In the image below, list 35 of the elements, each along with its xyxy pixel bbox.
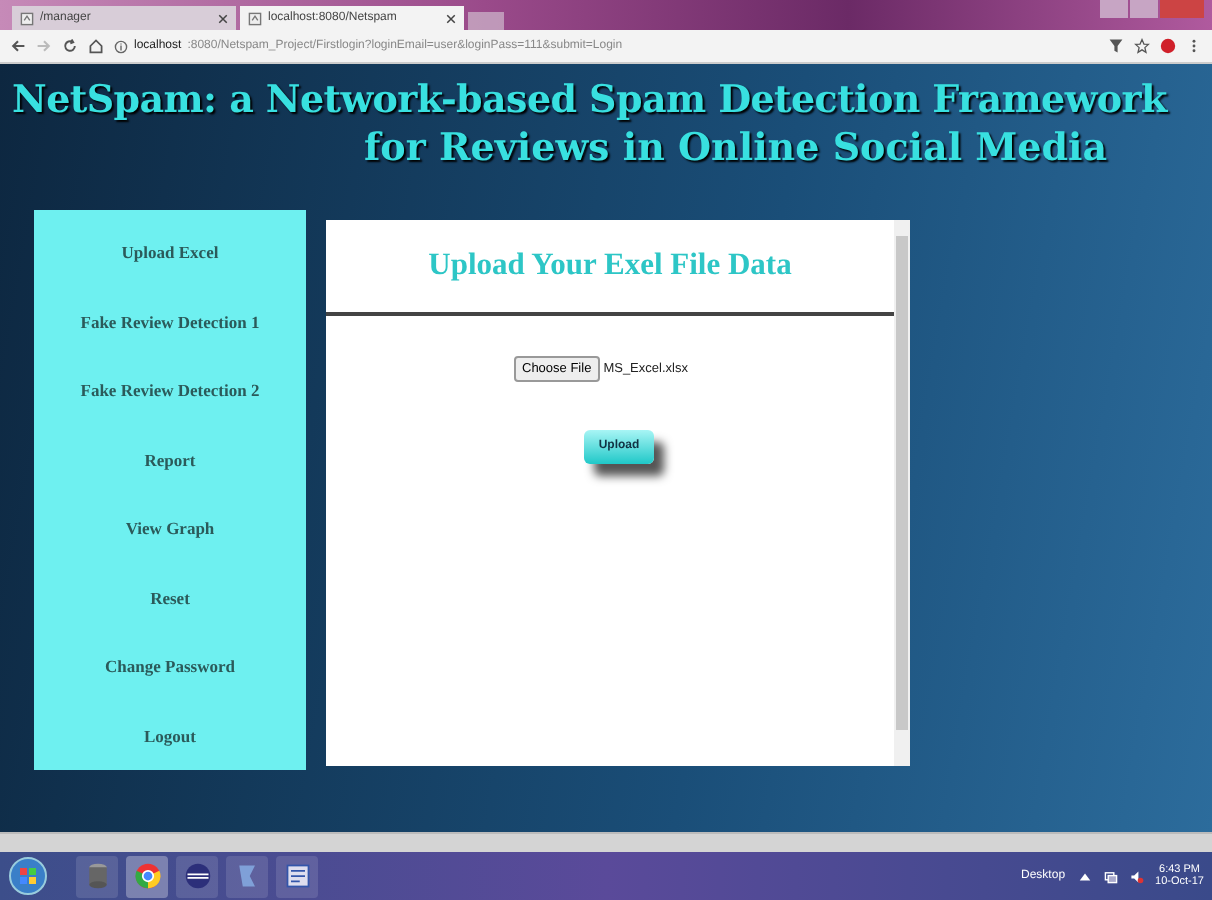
database-icon (83, 862, 111, 890)
taskbar-app[interactable] (276, 855, 318, 897)
close-icon[interactable] (218, 13, 228, 23)
close-icon[interactable] (446, 13, 456, 23)
menu-link[interactable]: Reset (150, 587, 190, 608)
menu-link[interactable]: Upload Excel (121, 242, 219, 263)
stop-icon[interactable] (1160, 38, 1176, 54)
menu-link[interactable]: Change Password (105, 656, 235, 677)
star-icon[interactable] (1134, 38, 1150, 54)
vertical-scrollbar[interactable] (894, 220, 910, 766)
menu-link[interactable]: Fake Review Detection 2 (80, 380, 260, 401)
network-icon[interactable] (1103, 869, 1118, 883)
page-icon (20, 11, 34, 25)
document-icon (283, 862, 311, 890)
page-subtitle: for Reviews in Online Social Media (362, 126, 1110, 170)
home-icon[interactable] (88, 38, 104, 54)
start-button[interactable] (8, 856, 48, 896)
taskbar-app[interactable] (126, 855, 168, 897)
menu-link[interactable]: Fake Review Detection 1 (80, 311, 260, 332)
menu-link[interactable]: Report (144, 449, 196, 470)
page-title: NetSpam: a Network-based Spam Detection Framework (12, 78, 1170, 122)
taskbar-app[interactable] (176, 855, 218, 897)
globe-icon (183, 862, 211, 890)
menu-link[interactable]: Logout (144, 725, 196, 746)
browser-icon (133, 862, 161, 890)
horizontal-scrollbar[interactable] (0, 832, 1212, 852)
filter-icon[interactable] (1108, 38, 1124, 54)
page-icon (248, 11, 262, 25)
info-icon (114, 39, 128, 53)
speaker-icon[interactable] (1129, 869, 1144, 883)
menu-link[interactable]: View Graph (125, 518, 215, 539)
caret-icon[interactable] (1077, 869, 1092, 883)
back-icon[interactable] (10, 38, 26, 54)
reload-icon[interactable] (62, 38, 78, 54)
app-icon (233, 862, 261, 890)
